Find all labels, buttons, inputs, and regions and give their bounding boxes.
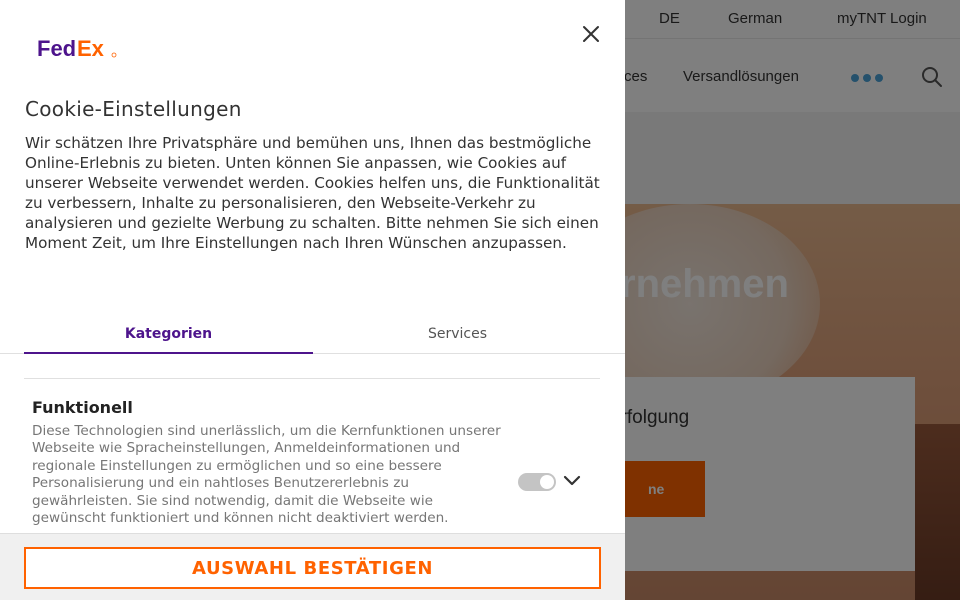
chevron-down-icon[interactable]: [563, 474, 581, 488]
category-description: Diese Technologien sind unerlässlich, um…: [32, 423, 501, 527]
cookie-settings-panel: Fed Ex Cookie-Einstellungen Wir schätzen…: [0, 0, 625, 600]
tab-services[interactable]: Services: [313, 316, 602, 354]
panel-description: Wir schätzen Ihre Privatsphäre und bemüh…: [25, 134, 600, 252]
category-toggle[interactable]: [518, 473, 556, 491]
tab-kategorien[interactable]: Kategorien: [24, 316, 313, 354]
divider: [24, 378, 600, 379]
panel-title: Cookie-Einstellungen: [25, 97, 242, 121]
confirm-selection-button[interactable]: AUSWAHL BESTÄTIGEN: [24, 547, 601, 589]
fedex-logo: Fed Ex: [37, 36, 117, 61]
panel-footer: AUSWAHL BESTÄTIGEN: [0, 533, 625, 600]
svg-text:Fed: Fed: [37, 36, 76, 61]
tab-bar: Kategorien Services: [0, 316, 625, 354]
svg-text:Ex: Ex: [77, 36, 105, 61]
toggle-knob: [540, 475, 554, 489]
close-icon[interactable]: [580, 23, 602, 45]
category-title: Funktionell: [32, 398, 133, 417]
